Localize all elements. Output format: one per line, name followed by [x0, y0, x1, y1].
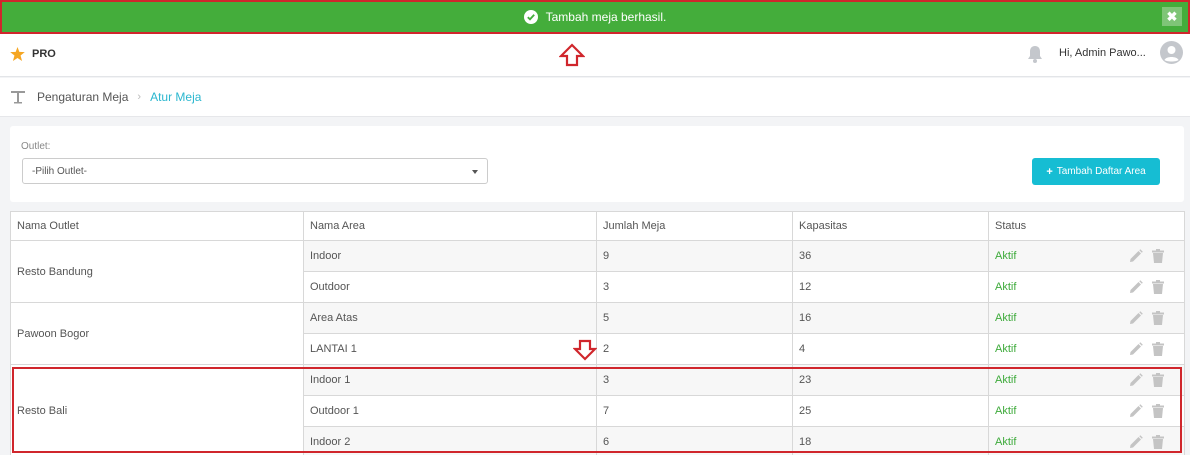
table-count-cell: 2 — [596, 333, 793, 365]
down-arrow-icon — [573, 339, 597, 361]
col-header-tables: Jumlah Meja — [596, 211, 793, 241]
col-header-area: Nama Area — [303, 211, 597, 241]
brand[interactable]: PRO — [10, 47, 56, 61]
row-actions — [1129, 280, 1164, 297]
toast-message: Tambah meja berhasil. — [545, 10, 667, 24]
area-name-cell: Outdoor 1 — [303, 395, 597, 427]
capacity-cell: 18 — [792, 426, 989, 455]
success-toast: Tambah meja berhasil. ✖ — [0, 0, 1190, 34]
breadcrumb: Pengaturan Meja › Atur Meja — [0, 78, 1190, 117]
status-badge: Aktif — [995, 343, 1017, 355]
edit-pencil-icon[interactable] — [1129, 435, 1143, 452]
status-badge: Aktif — [995, 281, 1017, 293]
capacity-cell: 12 — [792, 271, 989, 303]
table-count-cell: 9 — [596, 240, 793, 272]
user-greeting[interactable]: Hi, Admin Pawo... — [1059, 47, 1146, 59]
filter-card: Outlet: -Pilih Outlet- + Tambah Daftar A… — [10, 126, 1184, 202]
status-cell: Aktif — [988, 271, 1185, 303]
capacity-cell: 23 — [792, 364, 989, 396]
area-name-cell: Indoor 2 — [303, 426, 597, 455]
status-cell: Aktif — [988, 302, 1185, 334]
capacity-cell: 36 — [792, 240, 989, 272]
trash-icon[interactable] — [1152, 249, 1164, 266]
up-arrow-icon — [559, 43, 585, 67]
caret-down-icon — [472, 170, 478, 174]
status-badge: Aktif — [995, 374, 1017, 386]
table-count-cell: 3 — [596, 271, 793, 303]
col-header-capacity: Kapasitas — [792, 211, 989, 241]
table-icon — [11, 91, 25, 104]
area-name-cell: LANTAI 1 — [303, 333, 597, 365]
status-badge: Aktif — [995, 405, 1017, 417]
table-header-row: Nama Outlet Nama Area Jumlah Meja Kapasi… — [10, 211, 1185, 241]
capacity-cell: 16 — [792, 302, 989, 334]
col-header-outlet: Nama Outlet — [10, 211, 304, 241]
add-area-button[interactable]: + Tambah Daftar Area — [1032, 158, 1160, 185]
plus-icon: + — [1046, 165, 1053, 178]
edit-pencil-icon[interactable] — [1129, 404, 1143, 421]
table-count-cell: 3 — [596, 364, 793, 396]
status-cell: Aktif — [988, 364, 1185, 396]
add-area-label: Tambah Daftar Area — [1056, 166, 1146, 177]
trash-icon[interactable] — [1152, 311, 1164, 328]
row-actions — [1129, 342, 1164, 359]
check-circle-icon — [523, 10, 538, 24]
trash-icon[interactable] — [1152, 404, 1164, 421]
breadcrumb-parent[interactable]: Pengaturan Meja — [37, 90, 128, 104]
table-count-cell: 5 — [596, 302, 793, 334]
area-name-cell: Outdoor — [303, 271, 597, 303]
breadcrumb-current: Atur Meja — [150, 90, 202, 104]
outlet-name-cell: Resto Bali — [10, 364, 304, 455]
outlet-selected-value: -Pilih Outlet- — [32, 165, 88, 177]
edit-pencil-icon[interactable] — [1129, 280, 1143, 297]
area-name-cell: Area Atas — [303, 302, 597, 334]
trash-icon[interactable] — [1152, 435, 1164, 452]
capacity-cell: 4 — [792, 333, 989, 365]
top-header: PRO Hi, Admin Pawo... — [0, 34, 1190, 77]
area-table: Nama Outlet Nama Area Jumlah Meja Kapasi… — [10, 211, 1185, 455]
table-count-cell: 6 — [596, 426, 793, 455]
status-cell: Aktif — [988, 240, 1185, 272]
row-actions — [1129, 249, 1164, 266]
bell-icon[interactable] — [1027, 45, 1043, 63]
row-actions — [1129, 435, 1164, 452]
status-badge: Aktif — [995, 250, 1017, 262]
edit-pencil-icon[interactable] — [1129, 373, 1143, 390]
area-name-cell: Indoor 1 — [303, 364, 597, 396]
status-cell: Aktif — [988, 333, 1185, 365]
outlet-label: Outlet: — [21, 141, 51, 152]
status-cell: Aktif — [988, 426, 1185, 455]
status-badge: Aktif — [995, 436, 1017, 448]
status-cell: Aktif — [988, 395, 1185, 427]
outlet-name-cell: Pawoon Bogor — [10, 302, 304, 365]
outlet-select[interactable]: -Pilih Outlet- — [22, 158, 488, 184]
user-avatar-icon[interactable] — [1160, 41, 1183, 64]
table-row: Resto Bali Indoor 1 3 23 Aktif — [10, 364, 1185, 455]
edit-pencil-icon[interactable] — [1129, 311, 1143, 328]
star-icon — [10, 47, 25, 61]
trash-icon[interactable] — [1152, 342, 1164, 359]
table-row: Pawoon Bogor Area Atas 5 16 Aktif — [10, 302, 1185, 365]
table-count-cell: 7 — [596, 395, 793, 427]
edit-pencil-icon[interactable] — [1129, 249, 1143, 266]
row-actions — [1129, 404, 1164, 421]
edit-pencil-icon[interactable] — [1129, 342, 1143, 359]
col-header-status: Status — [988, 211, 1185, 241]
area-name-cell: Indoor — [303, 240, 597, 272]
outlet-name-cell: Resto Bandung — [10, 240, 304, 303]
brand-label: PRO — [32, 48, 56, 60]
capacity-cell: 25 — [792, 395, 989, 427]
trash-icon[interactable] — [1152, 280, 1164, 297]
trash-icon[interactable] — [1152, 373, 1164, 390]
row-actions — [1129, 373, 1164, 390]
status-badge: Aktif — [995, 312, 1017, 324]
row-actions — [1129, 311, 1164, 328]
close-icon[interactable]: ✖ — [1162, 7, 1182, 26]
table-row: Resto Bandung Indoor 9 36 Aktif — [10, 240, 1185, 303]
chevron-right-icon: › — [137, 91, 142, 103]
